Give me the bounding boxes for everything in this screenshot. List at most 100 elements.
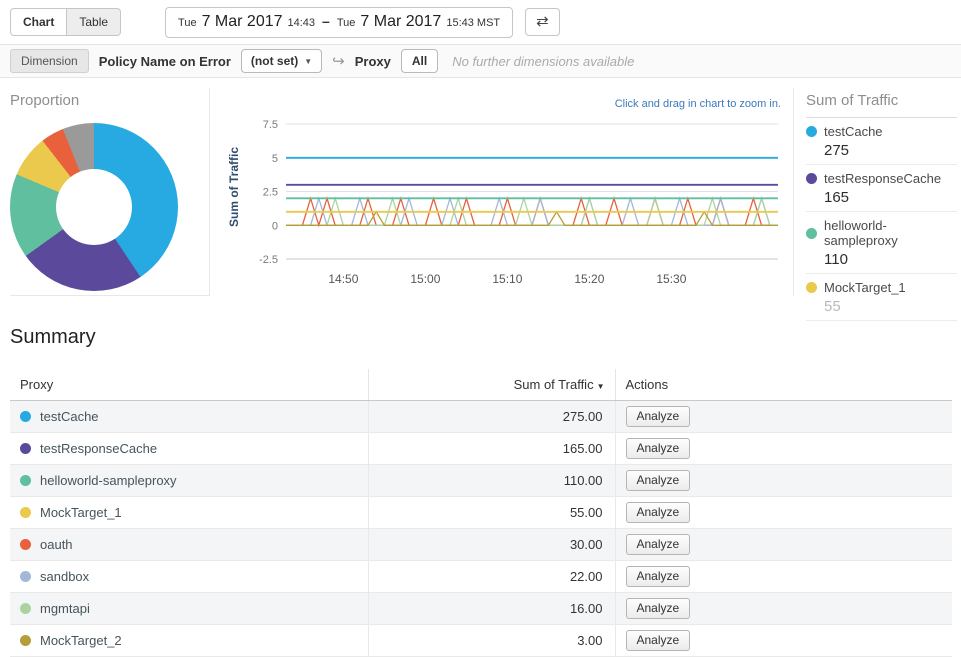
proxy-color-dot	[20, 539, 31, 550]
proportion-donut[interactable]	[10, 123, 178, 291]
table-row: oauth30.00 Analyze	[10, 529, 952, 561]
actions-cell: Analyze	[615, 465, 952, 497]
y-tick-label: 0	[272, 220, 278, 232]
legend-item-head: helloworld-sampleproxy	[806, 218, 957, 248]
summary-title: Summary	[10, 326, 952, 349]
dimension-chip: Dimension	[10, 49, 89, 73]
table-row: sandbox22.00Analyze	[10, 561, 952, 593]
legend-panel: Sum of Traffic testCache 275 testResponseC…	[793, 88, 961, 296]
legend-title: Sum of Traffic	[806, 92, 957, 118]
col-header-proxy: Proxy	[10, 369, 368, 401]
chart-tab[interactable]: Chart	[10, 8, 67, 36]
analyze-button[interactable]: Analyze	[626, 502, 691, 523]
table-tab[interactable]: Table	[67, 8, 121, 36]
analyze-button[interactable]: Analyze	[626, 630, 691, 651]
y-axis-label: Sum of Traffic	[227, 137, 241, 237]
analyze-button[interactable]: Analyze	[626, 566, 691, 587]
x-tick-label: 14:50	[328, 272, 358, 286]
traffic-line-chart[interactable]: 7.552.50-2.514:5015:0015:1015:2015:30	[246, 114, 786, 292]
summary-table-body: testCache275.00AnalyzetestResponseCache1…	[10, 401, 952, 657]
y-tick-label: 5	[272, 153, 278, 165]
legend-value: 55	[824, 298, 957, 315]
legend-item[interactable]: testResponseCache 165	[806, 165, 957, 212]
legend-item[interactable]: testCache 275	[806, 118, 957, 165]
legend-item[interactable]: helloworld-sampleproxy110	[806, 212, 957, 274]
end-time: 15:43 MST	[446, 17, 500, 29]
caret-down-icon: ▼	[304, 57, 312, 66]
zoom-hint: Click and drag in chart to zoom in.	[615, 98, 781, 110]
legend-item[interactable]: MockTarget_1 55	[806, 274, 957, 321]
legend-swatch	[806, 228, 817, 239]
traffic-value-cell: 30.00	[368, 529, 615, 561]
proxy-all-button[interactable]: All	[401, 49, 438, 73]
drill-arrow-icon: ↪	[332, 52, 345, 70]
proxy-cell: testCache	[10, 401, 368, 433]
traffic-header-label: Sum of Traffic	[514, 377, 594, 392]
traffic-value-cell: 110.00	[368, 465, 615, 497]
proportion-title: Proportion	[10, 88, 209, 111]
x-tick-label: 15:20	[574, 272, 604, 286]
col-header-traffic[interactable]: Sum of Traffic▼	[368, 369, 615, 401]
proxy-cell: MockTarget_1	[10, 497, 368, 529]
actions-cell: Analyze	[615, 561, 952, 593]
analyze-button[interactable]: Analyze	[626, 598, 691, 619]
proxy-cell: testResponseCache	[10, 433, 368, 465]
proportion-panel: Proportion	[10, 88, 210, 296]
proxy-cell: mgmtapi	[10, 593, 368, 625]
legend-label: MockTarget_1	[824, 280, 906, 295]
actions-cell: Analyze	[615, 625, 952, 657]
start-time: 14:43	[288, 17, 316, 29]
refresh-button[interactable]: ⇄	[525, 8, 560, 36]
table-row: mgmtapi16.00 Analyze	[10, 593, 952, 625]
proxy-cell: helloworld-sampleproxy	[10, 465, 368, 497]
proxy-cell: MockTarget_2	[10, 625, 368, 657]
analyze-button[interactable]: Analyze	[626, 470, 691, 491]
actions-cell: Analyze	[615, 593, 952, 625]
legend-value: 165	[824, 189, 957, 206]
table-row: MockTarget_23.00 Analyze	[10, 625, 952, 657]
table-row: MockTarget_155.00 Analyze	[10, 497, 952, 529]
traffic-value-cell: 16.00	[368, 593, 615, 625]
x-tick-label: 15:30	[656, 272, 686, 286]
x-tick-label: 15:10	[492, 272, 522, 286]
table-row: testResponseCache165.00 Analyze	[10, 433, 952, 465]
legend-item-head: testCache	[806, 124, 957, 139]
proxy-cell: oauth	[10, 529, 368, 561]
analyze-button[interactable]: Analyze	[626, 438, 691, 459]
analyze-button[interactable]: Analyze	[626, 406, 691, 427]
y-tick-label: 2.5	[263, 187, 278, 199]
legend-label: helloworld-sampleproxy	[824, 218, 957, 248]
y-tick-label: -2.5	[259, 254, 278, 266]
sort-desc-icon: ▼	[597, 382, 605, 391]
traffic-value-cell: 55.00	[368, 497, 615, 529]
legend-value: 275	[824, 142, 957, 159]
legend-label: testResponseCache	[824, 171, 941, 186]
date-range-picker[interactable]: Tue 7 Mar 2017 14:43 – Tue 7 Mar 2017 15…	[165, 7, 513, 38]
line-chart-panel: Click and drag in chart to zoom in. Sum …	[210, 88, 793, 296]
start-date: 7 Mar 2017	[202, 13, 283, 31]
proxy-color-dot	[20, 475, 31, 486]
dimension-name: Policy Name on Error	[99, 54, 231, 69]
traffic-value-cell: 275.00	[368, 401, 615, 433]
view-toggle: Chart Table	[10, 8, 121, 36]
end-date: 7 Mar 2017	[360, 13, 441, 31]
proxy-color-dot	[20, 411, 31, 422]
proxy-color-dot	[20, 603, 31, 614]
dimension-value: (not set)	[251, 54, 298, 68]
proxy-color-dot	[20, 571, 31, 582]
table-row: testCache275.00 Analyze	[10, 401, 952, 433]
traffic-value-cell: 165.00	[368, 433, 615, 465]
legend-item-head: testResponseCache	[806, 171, 957, 186]
dimension-value-dropdown[interactable]: (not set) ▼	[241, 49, 322, 73]
actions-cell: Analyze	[615, 497, 952, 529]
top-toolbar: Chart Table Tue 7 Mar 2017 14:43 – Tue 7…	[0, 0, 961, 44]
actions-cell: Analyze	[615, 401, 952, 433]
analyze-button[interactable]: Analyze	[626, 534, 691, 555]
traffic-value-cell: 3.00	[368, 625, 615, 657]
col-header-actions: Actions	[615, 369, 952, 401]
legend-item-head: MockTarget_1	[806, 280, 957, 295]
proxy-cell: sandbox	[10, 561, 368, 593]
legend-swatch	[806, 126, 817, 137]
proxy-dimension-label: Proxy	[355, 54, 391, 69]
legend-label: testCache	[824, 124, 883, 139]
